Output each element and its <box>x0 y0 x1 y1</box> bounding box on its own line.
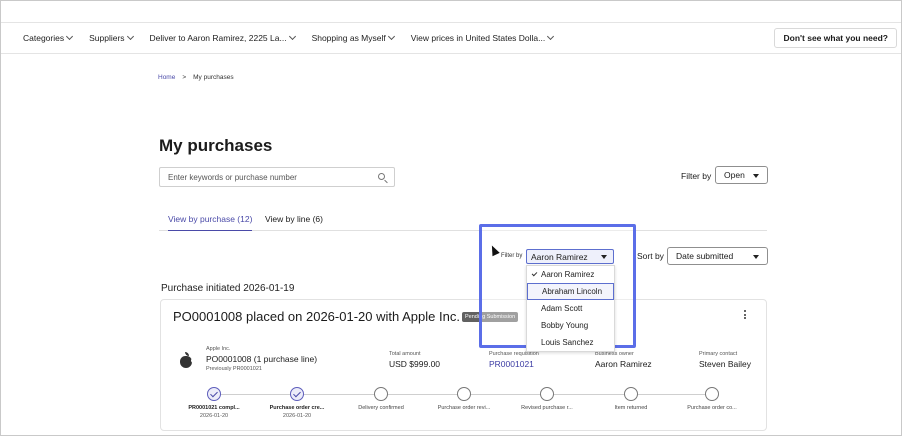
contact-value: Steven Bailey <box>699 359 751 369</box>
menu-item-aaron-ramirez[interactable]: Aaron Ramirez <box>527 266 614 283</box>
empty-circle-icon <box>540 387 554 401</box>
step-label: Purchase order co... <box>687 405 737 411</box>
card-title[interactable]: PO0001008 placed on 2026-01-20 with Appl… <box>173 309 460 324</box>
view-tabs: View by purchase (12) View by line (6) <box>159 214 767 231</box>
menu-item-label: Aaron Ramirez <box>541 270 595 279</box>
timeline-step: Revised purchase r... <box>507 387 587 411</box>
owner-filter-select[interactable]: Aaron Ramirez <box>526 249 614 264</box>
caret-down-icon <box>601 255 607 259</box>
sort-value: Date submitted <box>676 251 734 261</box>
nav-categories[interactable]: Categories <box>23 32 74 43</box>
group-title: Purchase initiated 2026-01-19 <box>161 283 295 294</box>
check-icon <box>531 270 538 277</box>
search-input[interactable] <box>168 172 368 182</box>
menu-item-louis-sanchez[interactable]: Louis Sanchez <box>527 334 614 351</box>
search-icon[interactable] <box>378 173 385 180</box>
po-number: PO0001008 (1 purchase line) <box>206 354 318 364</box>
filter-label: Filter by <box>681 171 712 181</box>
step-label: Revised purchase r... <box>521 405 573 411</box>
empty-circle-icon <box>624 387 638 401</box>
nav-label: Deliver to Aaron Ramirez, 2225 La... <box>149 33 287 43</box>
help-button[interactable]: Don't see what you need? <box>774 28 897 48</box>
nav-currency[interactable]: View prices in United States Dolla... <box>410 32 555 43</box>
empty-circle-icon <box>457 387 471 401</box>
chevron-down-icon <box>288 32 296 41</box>
caret-down-icon <box>753 174 759 178</box>
chevron-down-icon <box>387 32 395 41</box>
tab-view-by-purchase[interactable]: View by purchase (12) <box>168 214 253 231</box>
caret-down-icon <box>753 255 759 259</box>
menu-item-label: Abraham Lincoln <box>542 287 603 296</box>
nav-suppliers[interactable]: Suppliers <box>89 32 134 43</box>
apple-logo-icon <box>179 352 196 368</box>
menu-item-bobby-young[interactable]: Bobby Young <box>527 317 614 334</box>
chevron-down-icon <box>547 32 555 41</box>
step-label: Item returned <box>614 405 648 411</box>
more-options-icon[interactable] <box>744 310 746 320</box>
sort-label: Sort by <box>637 251 664 261</box>
requisition-link[interactable]: PR0001021 <box>489 359 534 369</box>
contact-label: Primary contact <box>699 351 738 357</box>
breadcrumb-home[interactable]: Home <box>158 74 175 81</box>
timeline-step: Purchase order co... <box>672 387 752 411</box>
supplier-name: Apple Inc. <box>206 346 231 352</box>
status-filter-value: Open <box>724 170 745 180</box>
step-date: 2026-01-20 <box>282 413 312 419</box>
step-date: 2026-01-20 <box>199 413 229 419</box>
owner-value: Aaron Ramirez <box>595 359 652 369</box>
purchase-card[interactable]: PO0001008 placed on 2026-01-20 with Appl… <box>160 299 767 431</box>
nav-label: Suppliers <box>89 33 125 43</box>
check-circle-icon <box>207 387 221 401</box>
nav-label: Categories <box>23 33 65 43</box>
top-nav: Categories Suppliers Deliver to Aaron Ra… <box>1 22 901 54</box>
previous-id: Previously PR0001021 <box>206 366 262 372</box>
chevron-down-icon <box>66 32 74 41</box>
step-label: Purchase order revi... <box>437 405 491 411</box>
total-label: Total amount <box>389 351 421 357</box>
tab-view-by-line[interactable]: View by line (6) <box>265 214 323 231</box>
menu-item-adam-scott[interactable]: Adam Scott <box>527 300 614 317</box>
menu-item-label: Adam Scott <box>541 304 583 313</box>
step-label: Delivery confirmed <box>358 405 404 411</box>
timeline-step: Purchase order cre... 2026-01-20 <box>257 387 337 419</box>
timeline-step: Purchase order revi... <box>424 387 504 411</box>
search-box[interactable] <box>159 167 395 187</box>
menu-item-label: Louis Sanchez <box>541 338 594 347</box>
status-filter-select[interactable]: Open <box>715 166 768 184</box>
timeline-step: Delivery confirmed <box>341 387 421 411</box>
chevron-down-icon <box>126 32 134 41</box>
empty-circle-icon <box>705 387 719 401</box>
nav-deliver-to[interactable]: Deliver to Aaron Ramirez, 2225 La... <box>149 32 296 43</box>
owner-dropdown-menu: Aaron Ramirez Abraham Lincoln Adam Scott… <box>526 265 615 352</box>
nav-label: Shopping as Myself <box>311 33 386 43</box>
step-label: PR0001021 compl... <box>188 405 240 411</box>
owner-filter-value: Aaron Ramirez <box>531 251 588 262</box>
nav-shopping-as[interactable]: Shopping as Myself <box>311 32 395 43</box>
breadcrumb-current: My purchases <box>193 74 234 81</box>
menu-item-label: Bobby Young <box>541 321 589 330</box>
total-value: USD $999.00 <box>389 359 441 369</box>
menu-item-abraham-lincoln[interactable]: Abraham Lincoln <box>527 283 614 300</box>
step-label: Purchase order cre... <box>269 405 325 411</box>
timeline-step: PR0001021 compl... 2026-01-20 <box>174 387 254 419</box>
empty-circle-icon <box>374 387 388 401</box>
timeline-step: Item returned <box>591 387 671 411</box>
sort-select[interactable]: Date submitted <box>667 247 768 265</box>
breadcrumb-separator: > <box>182 74 187 81</box>
check-circle-icon <box>290 387 304 401</box>
breadcrumb: Home > My purchases <box>158 74 234 81</box>
app-window: Categories Suppliers Deliver to Aaron Ra… <box>0 0 902 436</box>
owner-filter-label: Filter by <box>501 253 523 259</box>
page-title: My purchases <box>159 136 273 155</box>
nav-label: View prices in United States Dolla... <box>410 33 546 43</box>
